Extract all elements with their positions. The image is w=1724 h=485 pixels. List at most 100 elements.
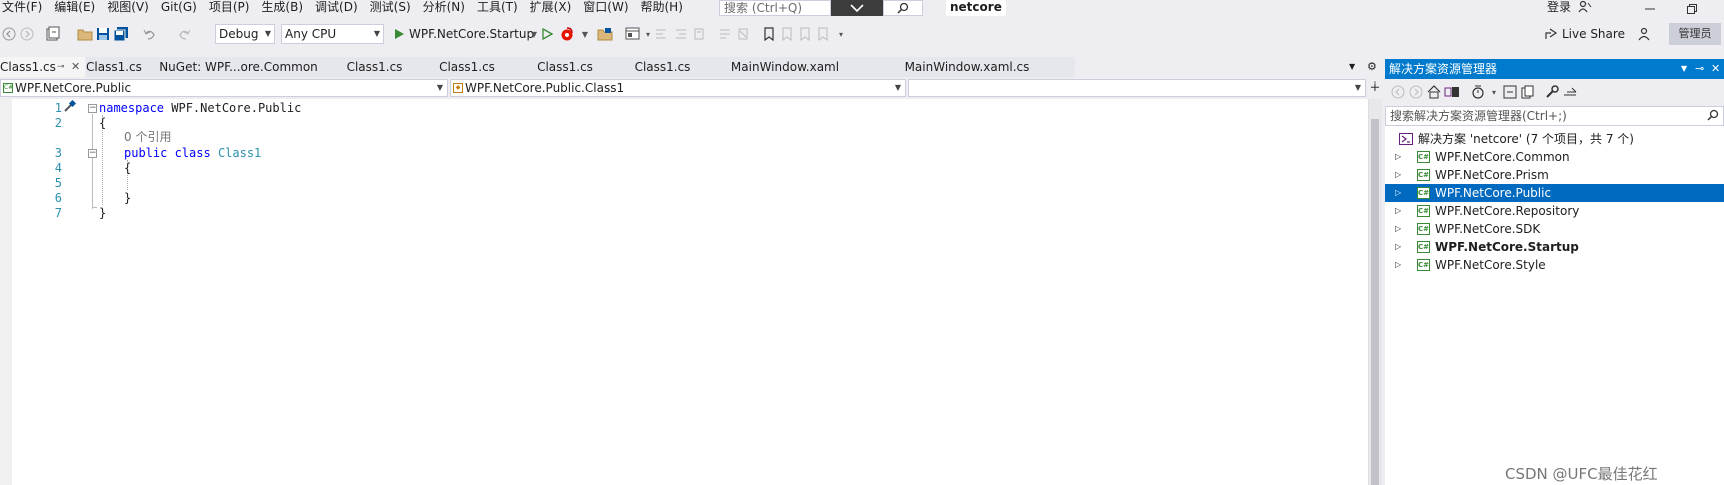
home-icon[interactable] [1425,83,1443,101]
member-dropdown[interactable]: ▼ [908,79,1366,97]
project-node[interactable]: ▷ C# WPF.NetCore.SDK [1385,220,1724,238]
expand-arrow-icon[interactable]: ▷ [1395,148,1401,166]
tab-class1[interactable]: Class1.cs [516,57,614,77]
menu-window[interactable]: 窗口(W) [577,0,634,17]
solution-explorer-search[interactable]: 搜索解决方案资源管理器(Ctrl+;) [1385,106,1724,126]
scrollbar-thumb[interactable] [1371,119,1379,485]
preview-selected-icon[interactable] [1561,83,1579,101]
forward-icon[interactable] [1407,83,1425,101]
close-icon[interactable]: ✕ [1711,59,1720,79]
prev-bookmark-icon[interactable] [778,25,796,43]
chevron-down-icon[interactable]: ▼ [576,25,594,43]
back-icon[interactable] [1389,83,1407,101]
back-icon[interactable] [0,25,18,43]
hot-reload-icon[interactable] [558,25,576,43]
new-project-icon[interactable] [44,25,62,43]
undo-icon[interactable] [140,25,158,43]
comment-lines-icon[interactable] [716,25,734,43]
collapse-namespace-icon[interactable]: − [88,104,97,113]
switch-views-icon[interactable] [1443,83,1461,101]
project-node-selected[interactable]: ▷ C# WPF.NetCore.Public [1385,184,1724,202]
expand-arrow-icon[interactable]: ▷ [1395,202,1401,220]
save-all-icon[interactable] [112,25,130,43]
redo-icon[interactable] [176,25,194,43]
close-icon[interactable]: ✕ [71,57,80,77]
forward-icon[interactable] [18,25,36,43]
code-editor[interactable]: 1 2 3 4 5 6 7 − − namespace WPF.NetCore.… [0,99,1368,485]
gear-icon[interactable]: ⚙ [1367,57,1377,77]
solution-node[interactable]: 解决方案 'netcore' (7 个项目，共 7 个) [1385,130,1724,148]
chevron-down-icon[interactable]: ▾ [832,25,850,43]
next-bookmark-icon[interactable] [796,25,814,43]
menu-help[interactable]: 帮助(H) [635,0,689,17]
menu-build[interactable]: 生成(B) [255,0,309,17]
bookmark-icon[interactable] [760,25,778,43]
feedback-person-icon[interactable] [1636,25,1654,43]
start-debugging-icon[interactable] [390,25,408,43]
menu-analyze[interactable]: 分析(N) [417,0,471,17]
chevron-down-icon[interactable]: ▼ [1681,59,1687,79]
restore-button[interactable] [1672,0,1712,17]
tab-class1[interactable]: Class1.cs [331,57,418,77]
project-dropdown[interactable]: C# WPF.NetCore.Public ▼ [0,79,448,97]
menu-project[interactable]: 项目(P) [203,0,256,17]
uncomment-lines-icon[interactable] [734,25,752,43]
expand-arrow-icon[interactable]: ▷ [1395,256,1401,274]
menu-view[interactable]: 视图(V) [101,0,155,17]
menu-git[interactable]: Git(G) [155,0,203,17]
configuration-dropdown[interactable]: Debug ▼ [215,24,275,44]
browse-folder-icon[interactable] [596,25,614,43]
search-button[interactable] [883,0,923,16]
properties-wrench-icon[interactable] [1543,83,1561,101]
clear-bookmarks-icon[interactable] [814,25,832,43]
tab-mainwindow-xaml[interactable]: MainWindow.xaml [711,57,859,77]
menu-file[interactable]: 文件(F) [0,0,48,17]
login-link[interactable]: 登录 [1547,0,1571,14]
expand-arrow-icon[interactable]: ▷ [1395,166,1401,184]
expand-arrow-icon[interactable]: ▷ [1395,220,1401,238]
menu-extensions[interactable]: 扩展(X) [524,0,578,17]
step-over-icon[interactable] [652,25,670,43]
menu-debug[interactable]: 调试(D) [309,0,364,17]
menu-test[interactable]: 测试(S) [364,0,417,17]
tab-class1-active[interactable]: Class1.cs ⊸ ✕ [0,57,85,77]
quick-action-brush-icon[interactable] [62,99,77,117]
live-share-button[interactable]: Live Share [1562,24,1625,44]
project-node[interactable]: ▷ C# WPF.NetCore.Repository [1385,202,1724,220]
expand-arrow-icon[interactable]: ▷ [1395,184,1401,202]
tab-class1[interactable]: Class1.cs [614,57,711,77]
tab-nuget[interactable]: NuGet: WPF...ore.Common [146,57,331,77]
admin-badge[interactable]: 管理员 [1669,23,1721,45]
menu-tools[interactable]: 工具(T) [471,0,524,17]
minimize-button[interactable] [1630,0,1670,17]
project-node[interactable]: ▷ C# WPF.NetCore.Common [1385,148,1724,166]
chevron-down-icon: ▼ [1354,83,1361,92]
project-node[interactable]: ▷ C# WPF.NetCore.Style [1385,256,1724,274]
startup-project-node[interactable]: ▷ C# WPF.NetCore.Startup [1385,238,1724,256]
open-folder-icon[interactable] [76,25,94,43]
pin-icon[interactable]: ⊸ [1695,59,1704,79]
split-editor-icon[interactable]: ∔ [1368,79,1382,97]
pin-icon[interactable]: ⊸ [57,57,65,77]
start-without-debugging-icon[interactable] [538,25,556,43]
search-dropdown-button[interactable] [831,0,883,16]
type-dropdown[interactable]: ◆ WPF.NetCore.Public.Class1 ▼ [450,79,906,97]
feedback-icon[interactable] [1578,0,1594,16]
platform-dropdown[interactable]: Any CPU ▼ [281,24,384,44]
tab-class1[interactable]: Class1.cs [86,57,146,77]
collapse-class-icon[interactable]: − [88,149,97,158]
project-node[interactable]: ▷ C# WPF.NetCore.Prism [1385,166,1724,184]
codelens-references[interactable]: 0 个引用 [124,130,171,145]
startup-project-button[interactable]: WPF.NetCore.Startup [409,24,534,44]
step-out-icon[interactable] [690,25,708,43]
step-into-icon[interactable] [672,25,690,43]
tab-mainwindow-xaml-cs[interactable]: MainWindow.xaml.cs [859,57,1075,77]
tab-class1[interactable]: Class1.cs [418,57,516,77]
tab-list-dropdown-icon[interactable]: ▼ [1349,57,1355,77]
expand-arrow-icon[interactable]: ▷ [1395,238,1401,256]
search-input[interactable]: 搜索 (Ctrl+Q) [719,0,831,16]
show-all-files-icon[interactable] [1519,83,1537,101]
menu-edit[interactable]: 编辑(E) [48,0,101,17]
collapse-all-icon[interactable] [1501,83,1519,101]
save-icon[interactable] [94,25,112,43]
